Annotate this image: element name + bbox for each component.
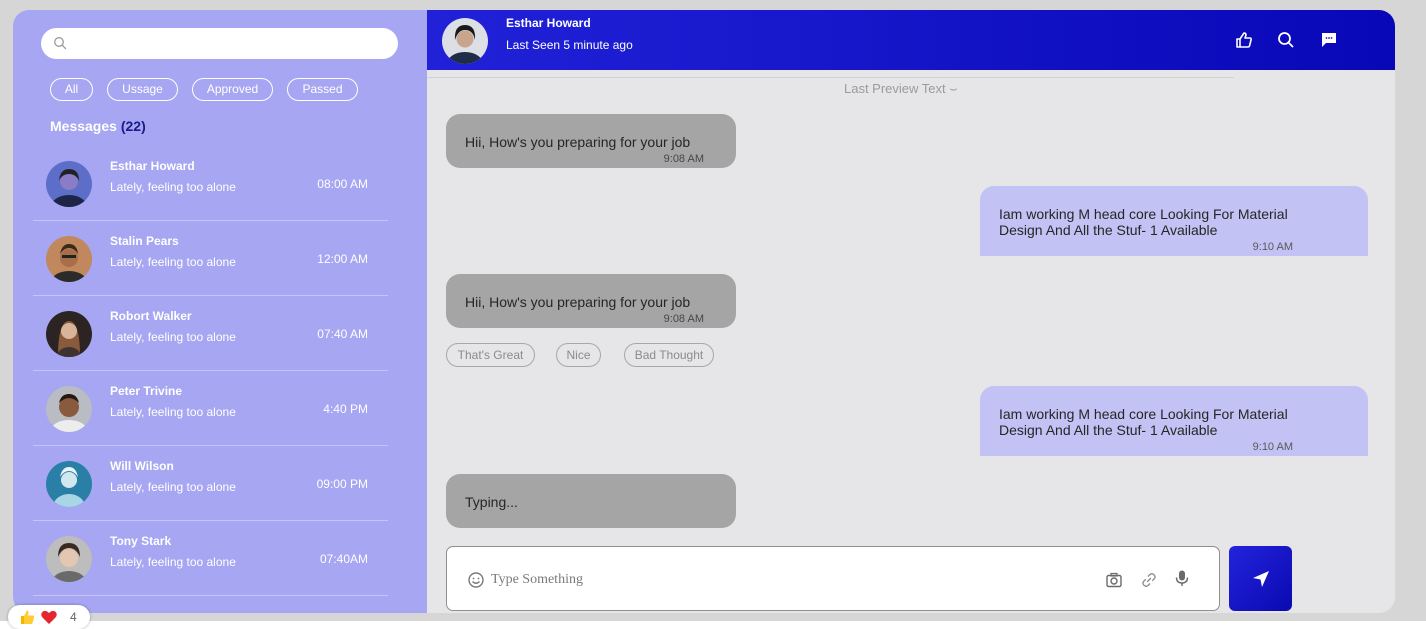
search-icon[interactable] bbox=[1276, 30, 1296, 50]
contact-preview: Lately, feeling too alone bbox=[110, 405, 236, 419]
search-input[interactable] bbox=[75, 28, 385, 59]
incoming-message: Hii, How's you preparing for your job 9:… bbox=[446, 114, 736, 168]
header-last-seen: Last Seen 5 minute ago bbox=[506, 38, 633, 52]
header-contact-name: Esthar Howard bbox=[506, 16, 591, 30]
reaction-count: 4 bbox=[70, 610, 77, 624]
messages-label: Messages bbox=[50, 118, 117, 134]
typing-indicator: Typing... bbox=[446, 474, 736, 528]
typing-text: Typing... bbox=[465, 494, 518, 510]
sidebar: All Ussage Approved Passed Messages (22)… bbox=[13, 10, 427, 613]
send-icon bbox=[1253, 571, 1269, 587]
contact-name: Robort Walker bbox=[110, 309, 192, 323]
contact-name: Tony Stark bbox=[110, 534, 172, 548]
microphone-icon[interactable] bbox=[1173, 569, 1191, 587]
contact-preview: Lately, feeling too alone bbox=[110, 480, 236, 494]
quick-reply-bad-thought[interactable]: Bad Thought bbox=[624, 343, 714, 367]
search-box[interactable] bbox=[41, 28, 398, 59]
preview-divider bbox=[427, 77, 1234, 78]
filter-passed[interactable]: Passed bbox=[287, 78, 358, 101]
contact-row[interactable]: Will Wilson Lately, feeling too alone 09… bbox=[33, 446, 388, 521]
message-text: Iam working M head core Looking For Mate… bbox=[999, 206, 1288, 238]
message-composer bbox=[446, 546, 1220, 611]
contact-row[interactable]: Esthar Howard Lately, feeling too alone … bbox=[33, 146, 388, 221]
header-avatar[interactable] bbox=[442, 18, 488, 64]
avatar bbox=[46, 236, 92, 282]
last-preview-toggle[interactable]: Last Preview Text ⌣ bbox=[844, 81, 958, 97]
contact-name: Esthar Howard bbox=[110, 159, 195, 173]
contact-preview: Lately, feeling too alone bbox=[110, 555, 236, 569]
messages-heading: Messages (22) bbox=[50, 118, 146, 134]
message-text: Hii, How's you preparing for your job bbox=[465, 294, 691, 310]
contact-row[interactable]: Robort Walker Lately, feeling too alone … bbox=[33, 296, 388, 371]
chat-header: Esthar Howard Last Seen 5 minute ago bbox=[427, 10, 1395, 70]
contact-time: 08:00 AM bbox=[317, 177, 368, 191]
contact-name: Peter Trivine bbox=[110, 384, 183, 398]
message-time: 9:08 AM bbox=[663, 153, 704, 165]
contact-preview: Lately, feeling too alone bbox=[110, 255, 236, 269]
send-button[interactable] bbox=[1229, 546, 1292, 611]
message-time: 9:08 AM bbox=[663, 313, 704, 325]
avatar bbox=[46, 311, 92, 357]
contact-time: 12:00 AM bbox=[317, 252, 368, 266]
filter-all[interactable]: All bbox=[50, 78, 93, 101]
chat-icon[interactable] bbox=[1319, 30, 1339, 50]
contact-time: 07:40AM bbox=[319, 552, 368, 566]
contact-row[interactable]: Peter Trivine Lately, feeling too alone … bbox=[33, 371, 388, 446]
avatar bbox=[46, 536, 92, 582]
thumbs-up-emoji-icon bbox=[21, 610, 35, 624]
quick-reply-nice[interactable]: Nice bbox=[556, 343, 601, 367]
avatar bbox=[46, 461, 92, 507]
contact-name: Stalin Pears bbox=[110, 234, 179, 248]
emoji-icon[interactable] bbox=[467, 571, 485, 589]
search-icon bbox=[54, 37, 67, 50]
thumbs-up-icon[interactable] bbox=[1234, 30, 1254, 50]
contact-row[interactable]: Stalin Pears Lately, feeling too alone 1… bbox=[33, 221, 388, 296]
avatar bbox=[46, 161, 92, 207]
camera-icon[interactable] bbox=[1105, 571, 1123, 589]
quick-reply-thats-great[interactable]: That's Great bbox=[446, 343, 535, 367]
message-time: 9:10 AM bbox=[1252, 441, 1293, 453]
chevron-down-icon: ⌣ bbox=[949, 81, 958, 96]
contact-time: 4:40 PM bbox=[323, 402, 368, 416]
contact-name: Will Wilson bbox=[110, 459, 174, 473]
reaction-summary[interactable]: 4 bbox=[8, 605, 90, 629]
contact-preview: Lately, feeling too alone bbox=[110, 330, 236, 344]
chat-app: All Ussage Approved Passed Messages (22)… bbox=[13, 10, 1395, 613]
avatar bbox=[46, 386, 92, 432]
filter-ussage[interactable]: Ussage bbox=[107, 78, 178, 101]
message-time: 9:10 AM bbox=[1252, 241, 1293, 253]
screen-frame: All Ussage Approved Passed Messages (22)… bbox=[0, 0, 1426, 629]
last-preview-label: Last Preview Text bbox=[844, 81, 946, 96]
filter-approved[interactable]: Approved bbox=[192, 78, 273, 101]
message-text: Iam working M head core Looking For Mate… bbox=[999, 406, 1288, 438]
heart-emoji-icon bbox=[41, 610, 57, 624]
message-text: Hii, How's you preparing for your job bbox=[465, 134, 691, 150]
contact-time: 07:40 AM bbox=[317, 327, 368, 341]
incoming-message: Hii, How's you preparing for your job 9:… bbox=[446, 274, 736, 328]
contact-time: 09:00 PM bbox=[316, 477, 368, 491]
messages-count: (22) bbox=[120, 118, 146, 134]
outgoing-message: Iam working M head core Looking For Mate… bbox=[980, 386, 1368, 456]
outgoing-message: Iam working M head core Looking For Mate… bbox=[980, 186, 1368, 256]
contact-preview: Lately, feeling too alone bbox=[110, 180, 236, 194]
message-input[interactable] bbox=[491, 567, 1071, 593]
contact-row[interactable]: Tony Stark Lately, feeling too alone 07:… bbox=[33, 521, 388, 596]
link-icon[interactable] bbox=[1140, 571, 1158, 589]
